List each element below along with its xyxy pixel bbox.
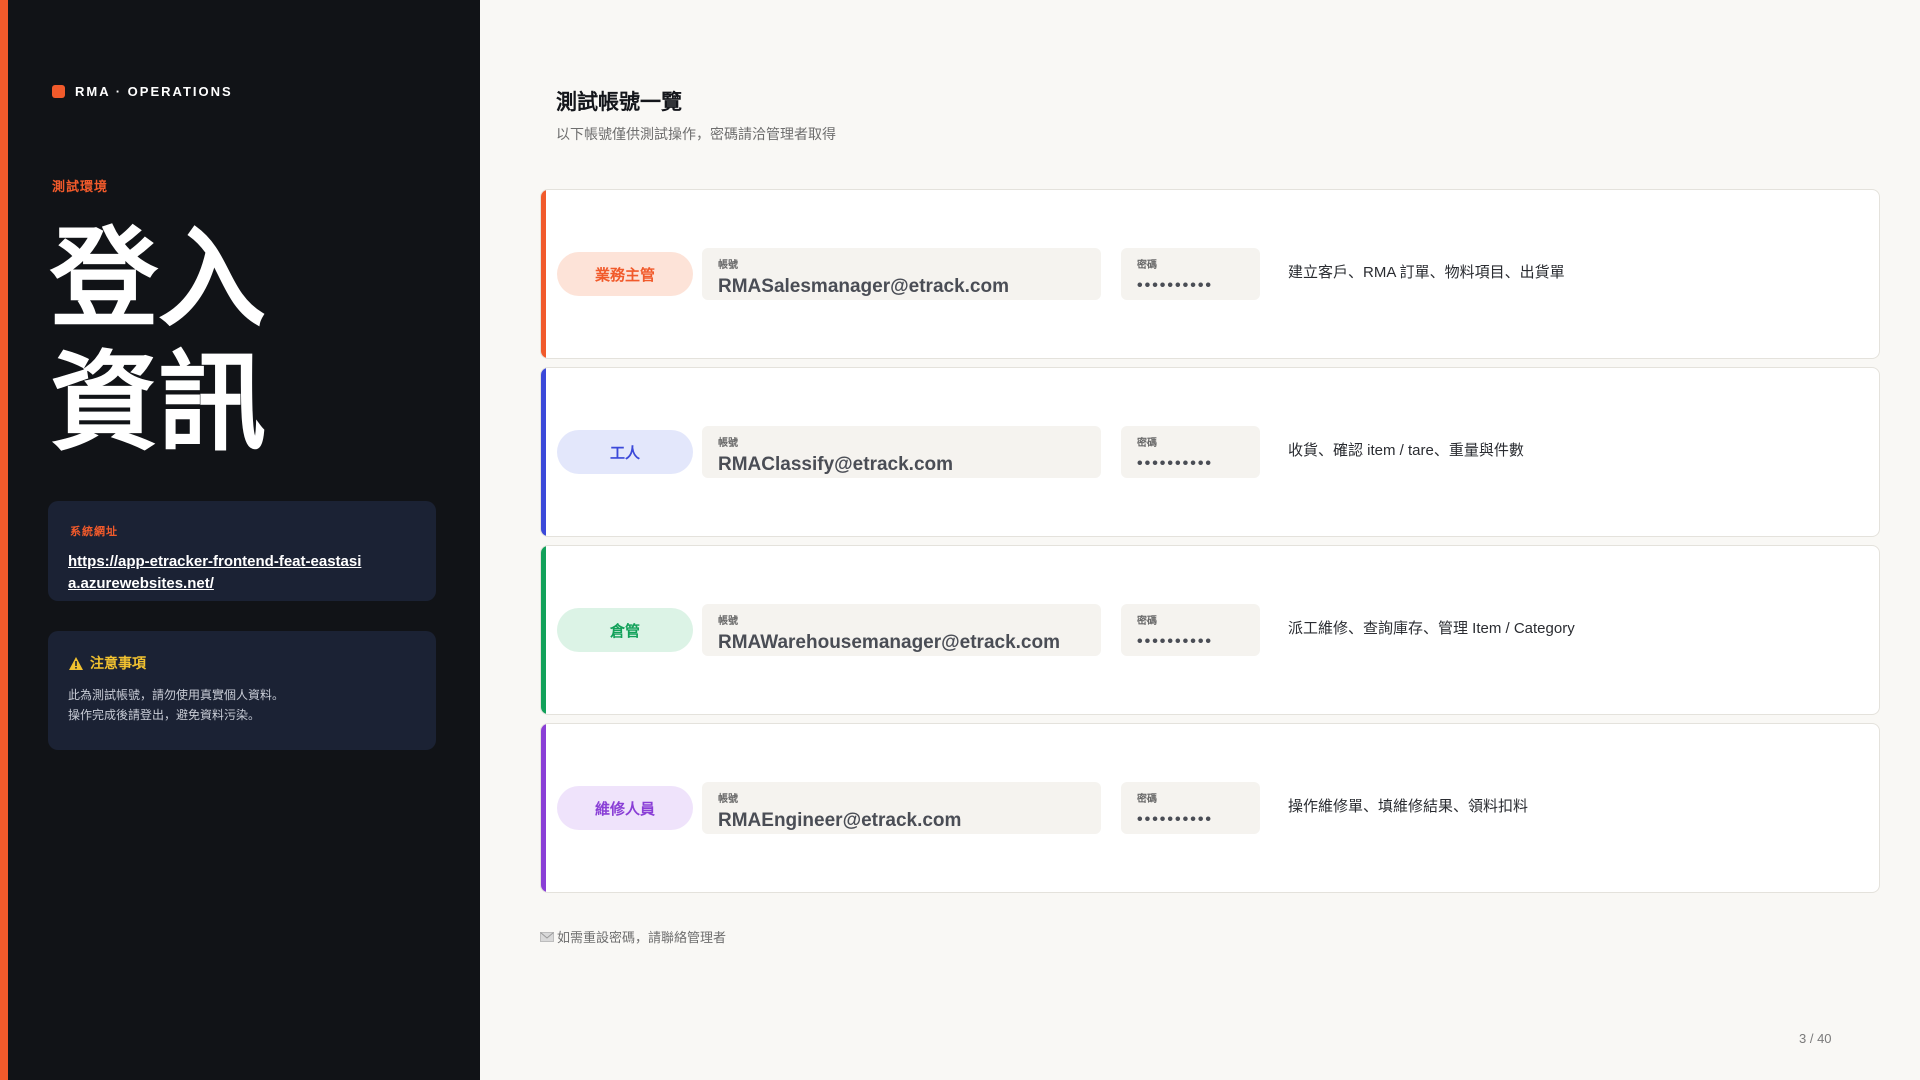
- account-field[interactable]: 帳號 RMAEngineer@etrack.com: [702, 782, 1101, 834]
- notice-header: 注意事項: [68, 653, 416, 673]
- role-description: 派工維修、查詢庫存、管理 Item / Category: [1288, 620, 1575, 637]
- page-title-line2: 資訊: [50, 341, 267, 466]
- left-panel: RMA · OPERATIONS 測試環境 登入 資訊 系統網址 https:/…: [0, 0, 480, 1080]
- role-badge: 倉管: [557, 608, 693, 652]
- password-value[interactable]: ••••••••••: [1137, 277, 1260, 295]
- account-list: 業務主管 帳號 RMASalesmanager@etrack.com 密碼 ••…: [540, 189, 1880, 901]
- role-badge: 工人: [557, 430, 693, 474]
- card-accent-bar: [541, 724, 546, 892]
- section-title: 測試帳號一覽: [556, 91, 682, 114]
- password-value[interactable]: ••••••••••: [1137, 455, 1260, 473]
- role-badge: 業務主管: [557, 252, 693, 296]
- brand-label: RMA · OPERATIONS: [75, 84, 233, 99]
- system-url-link[interactable]: https://app-etracker-frontend-feat-easta…: [68, 551, 368, 595]
- role-badge: 維修人員: [557, 786, 693, 830]
- account-label: 帳號: [718, 260, 738, 271]
- account-label: 帳號: [718, 438, 738, 449]
- brand: RMA · OPERATIONS: [52, 84, 233, 99]
- account-card-warehouse-manager: 倉管 帳號 RMAWarehousemanager@etrack.com 密碼 …: [540, 545, 1880, 715]
- page-number: 3 / 40: [1799, 1031, 1832, 1046]
- card-accent-bar: [541, 546, 546, 714]
- account-field[interactable]: 帳號 RMASalesmanager@etrack.com: [702, 248, 1101, 300]
- password-label: 密碼: [1137, 438, 1157, 449]
- role-description: 操作維修單、填維修結果、領料扣料: [1288, 798, 1529, 815]
- page-title-line1: 登入: [50, 217, 267, 342]
- notice-body: 此為測試帳號，請勿使用真實個人資料。 操作完成後請登出，避免資料污染。: [68, 685, 416, 725]
- password-label: 密碼: [1137, 616, 1157, 627]
- section-subtitle: 以下帳號僅供測試操作，密碼請洽管理者取得: [556, 126, 836, 142]
- notice-card: 注意事項 此為測試帳號，請勿使用真實個人資料。 操作完成後請登出，避免資料污染。: [48, 631, 436, 750]
- mail-icon: [540, 931, 554, 942]
- account-card-worker: 工人 帳號 RMAClassify@etrack.com 密碼 ••••••••…: [540, 367, 1880, 537]
- password-label: 密碼: [1137, 260, 1157, 271]
- account-field[interactable]: 帳號 RMAClassify@etrack.com: [702, 426, 1101, 478]
- warning-icon: [69, 656, 83, 670]
- footer-note-text: 如需重設密碼，請聯絡管理者: [557, 930, 727, 945]
- password-value[interactable]: ••••••••••: [1137, 633, 1260, 651]
- account-field[interactable]: 帳號 RMAWarehousemanager@etrack.com: [702, 604, 1101, 656]
- notice-line: 操作完成後請登出，避免資料污染。: [68, 708, 261, 722]
- account-value[interactable]: RMAEngineer@etrack.com: [718, 810, 1101, 832]
- notice-line: 此為測試帳號，請勿使用真實個人資料。: [68, 688, 285, 702]
- notice-title: 注意事項: [90, 655, 146, 671]
- account-card-engineer: 維修人員 帳號 RMAEngineer@etrack.com 密碼 ••••••…: [540, 723, 1880, 893]
- password-field[interactable]: 密碼 ••••••••••: [1121, 782, 1260, 834]
- password-field[interactable]: 密碼 ••••••••••: [1121, 426, 1260, 478]
- password-field[interactable]: 密碼 ••••••••••: [1121, 604, 1260, 656]
- account-value[interactable]: RMASalesmanager@etrack.com: [718, 276, 1101, 298]
- card-accent-bar: [541, 368, 546, 536]
- role-description: 收貨、確認 item / tare、重量與件數: [1288, 442, 1524, 459]
- system-url-card: 系統網址 https://app-etracker-frontend-feat-…: [48, 501, 436, 601]
- password-label: 密碼: [1137, 794, 1157, 805]
- account-label: 帳號: [718, 794, 738, 805]
- brand-square-icon: [52, 85, 65, 98]
- account-value[interactable]: RMAClassify@etrack.com: [718, 454, 1101, 476]
- account-card-sales-manager: 業務主管 帳號 RMASalesmanager@etrack.com 密碼 ••…: [540, 189, 1880, 359]
- page-title: 登入 資訊: [50, 218, 266, 466]
- password-value[interactable]: ••••••••••: [1137, 811, 1260, 829]
- accent-stripe: [0, 0, 8, 1080]
- role-description: 建立客戶、RMA 訂單、物料項目、出貨單: [1288, 264, 1565, 281]
- system-url-label: 系統網址: [70, 526, 118, 538]
- card-accent-bar: [541, 190, 546, 358]
- account-value[interactable]: RMAWarehousemanager@etrack.com: [718, 632, 1101, 654]
- account-label: 帳號: [718, 616, 738, 627]
- password-field[interactable]: 密碼 ••••••••••: [1121, 248, 1260, 300]
- footer-note: 如需重設密碼，請聯絡管理者: [540, 927, 726, 946]
- environment-label: 測試環境: [52, 179, 109, 194]
